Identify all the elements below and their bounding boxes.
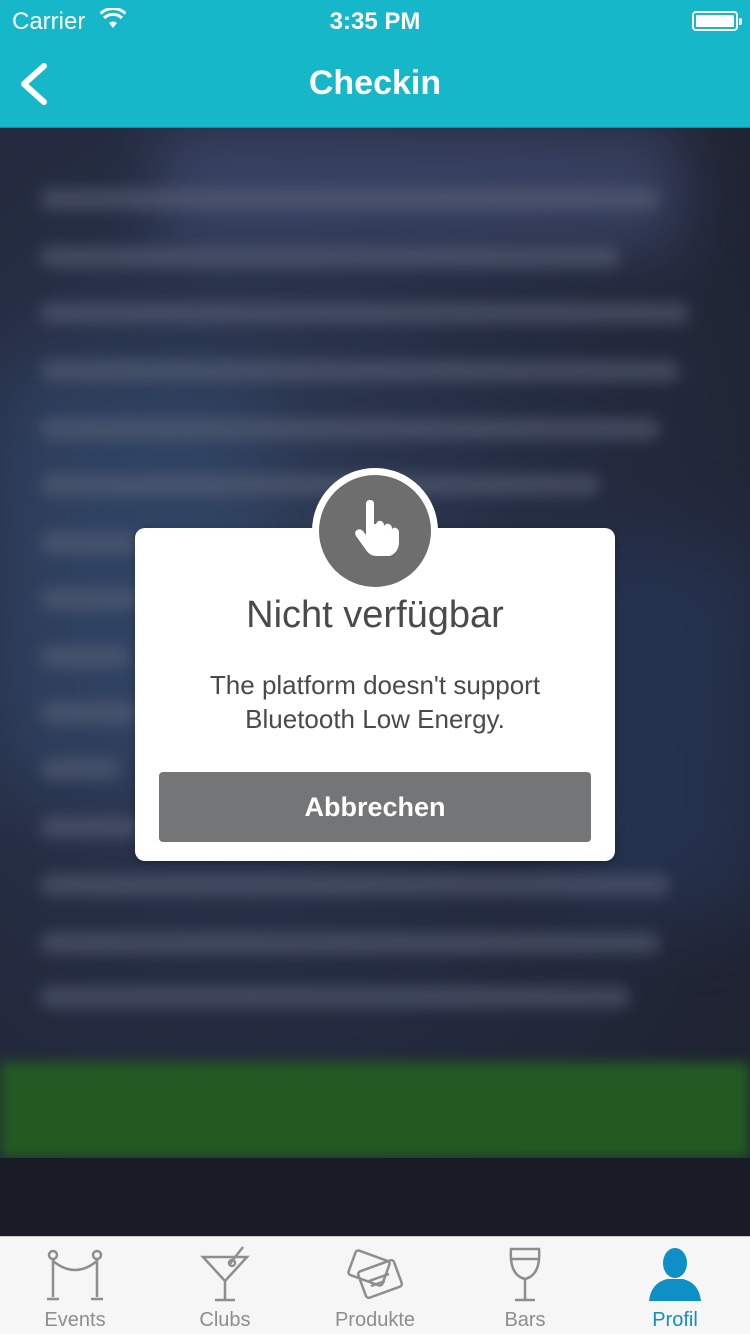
rope-barrier-icon (47, 1249, 103, 1301)
clock: 3:35 PM (329, 8, 421, 35)
tab-produkte[interactable]: Produkte (300, 1237, 450, 1334)
pointing-hand-icon (355, 500, 399, 556)
status-bar: Carrier 3:35 PM (0, 0, 750, 40)
person-icon (649, 1248, 701, 1301)
cancel-button[interactable]: Abbrechen (159, 772, 591, 842)
wine-glass-icon (509, 1247, 541, 1302)
tab-label: Bars (504, 1309, 546, 1331)
tab-label: Profil (652, 1309, 698, 1331)
tab-label: Clubs (199, 1309, 251, 1331)
tab-events[interactable]: Events (0, 1237, 150, 1334)
cocktail-glass-icon (200, 1246, 250, 1302)
battery-icon (692, 11, 742, 31)
tab-label: Produkte (334, 1309, 416, 1331)
tab-label: Events (44, 1309, 106, 1331)
dialog-message: The platform doesn't support Bluetooth L… (209, 670, 541, 734)
dialog-icon-badge (312, 468, 438, 594)
tab-profil[interactable]: Profil (600, 1237, 750, 1334)
tab-clubs[interactable]: Clubs (150, 1237, 300, 1334)
navigation-bar: Checkin (0, 40, 750, 128)
tab-bar: Events Clubs Produkte Bars Profil (0, 1236, 750, 1334)
dialog-title: Nicht verfügbar (246, 594, 504, 636)
page-title: Checkin (308, 64, 442, 102)
tab-bars[interactable]: Bars (450, 1237, 600, 1334)
top-bar: Carrier 3:35 PM Checkin (0, 0, 750, 128)
tickets-icon (347, 1249, 404, 1300)
